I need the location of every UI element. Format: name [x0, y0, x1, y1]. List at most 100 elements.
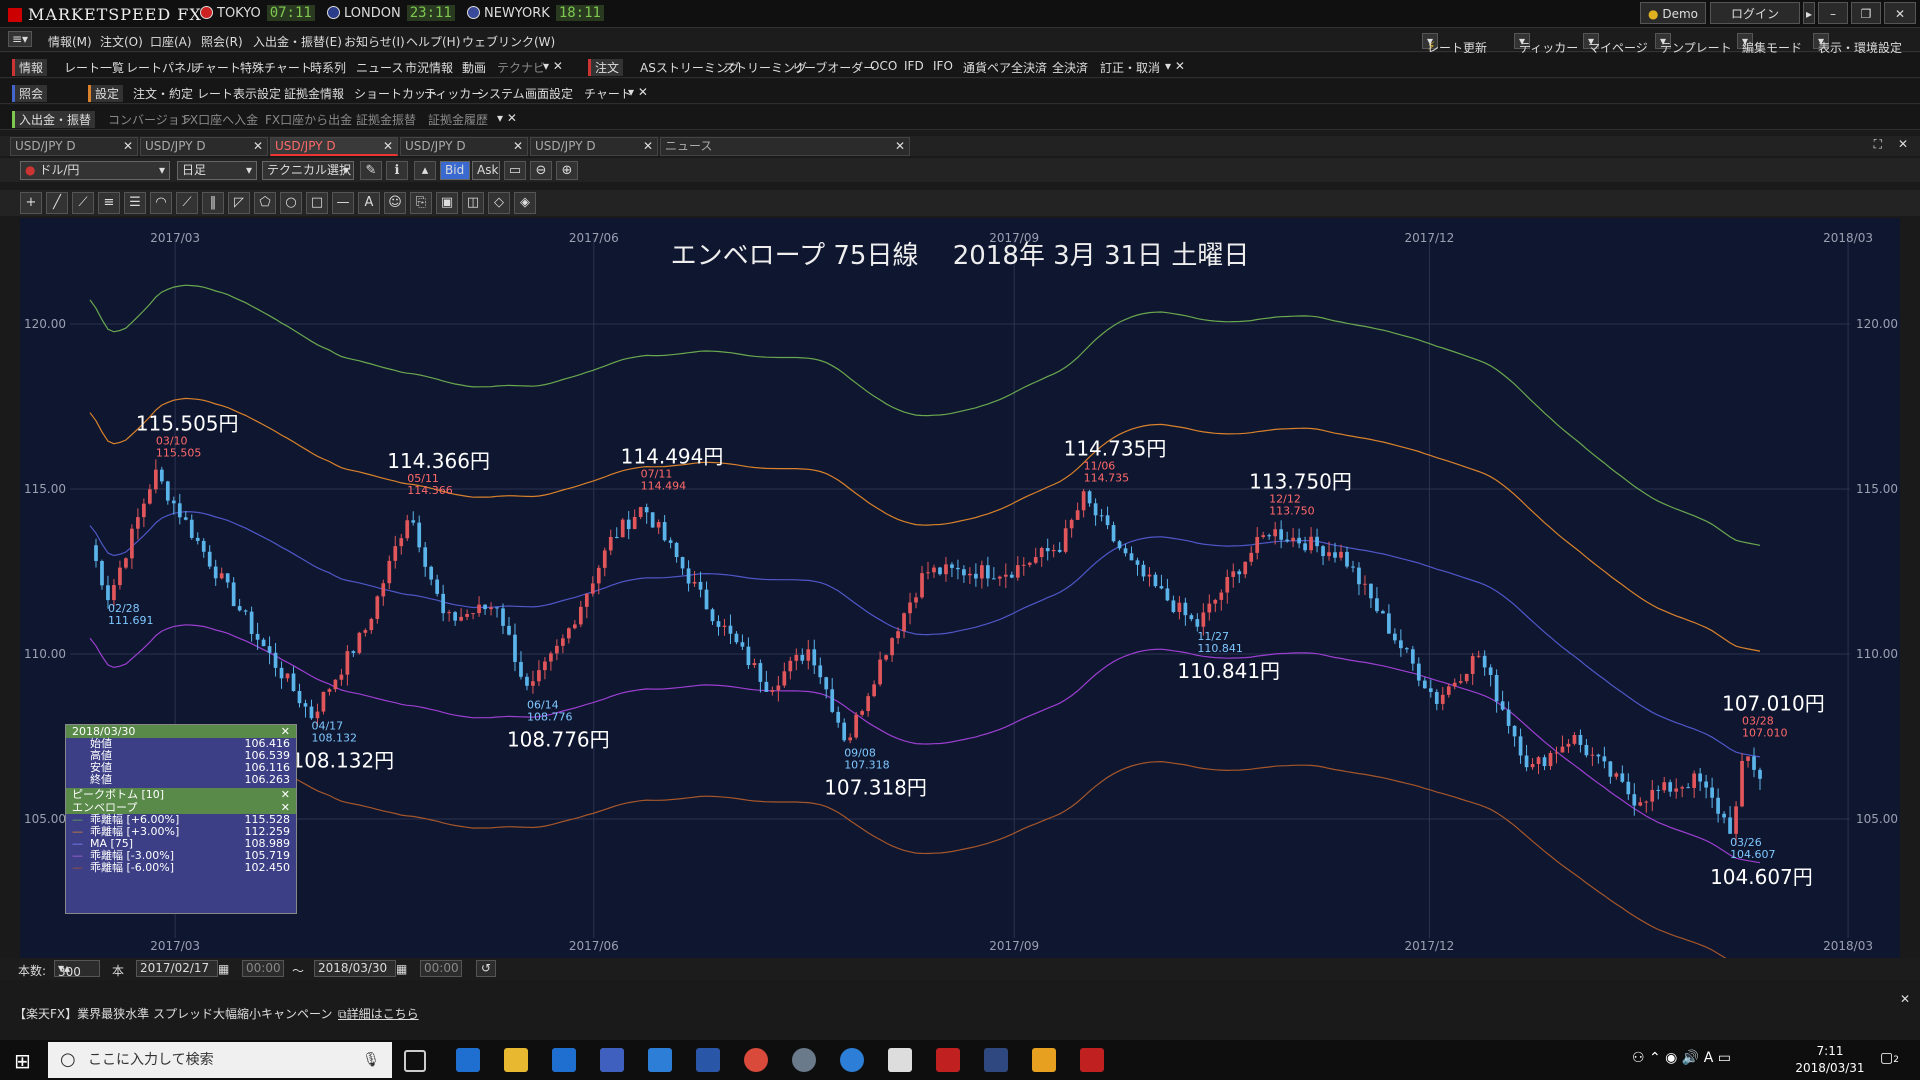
tool-special-chart[interactable]: 特殊チャート [240, 59, 312, 76]
tool-fx-deposit[interactable]: FX口座へ入金 [183, 111, 258, 128]
tool-screen-settings[interactable]: 画面設定 [525, 85, 573, 102]
layers-icon[interactable]: ◫ [462, 192, 484, 214]
calendar-app-icon[interactable] [600, 1048, 624, 1072]
tool-margin-history[interactable]: 証拠金履歴 [428, 111, 488, 128]
close-icon[interactable]: ✕ [1884, 2, 1916, 24]
chart-type-icon[interactable]: ▴ [414, 161, 436, 180]
restore-icon[interactable]: ❐ [1851, 2, 1881, 24]
pen-icon[interactable]: ✎ [360, 161, 382, 180]
menu-weblink[interactable]: ウェブリンク(W) [462, 33, 555, 50]
toolbar3-dropdown-icon[interactable]: ▾ ✕ [497, 111, 517, 125]
fibonacci-arc-icon[interactable]: ◠ [150, 192, 172, 214]
notification-icon[interactable]: ▢2 [1880, 1050, 1899, 1066]
word-icon[interactable] [696, 1048, 720, 1072]
ticker-menu-button[interactable]: ティッカー ▾ [1514, 33, 1578, 55]
maximize-panel-icon[interactable]: ⛶ [1874, 137, 1882, 152]
tab-usdjpy-2[interactable]: USD/JPY D ✕ [140, 137, 268, 156]
calendar-icon[interactable]: ▦ [396, 962, 407, 976]
refresh-icon[interactable]: ↺ [476, 960, 496, 977]
tab-usdjpy-4[interactable]: USD/JPY D ✕ [400, 137, 528, 156]
tool-margin-transfer[interactable]: 証拠金振替 [356, 111, 416, 128]
menu-order[interactable]: 注文(O) [100, 33, 143, 50]
eraser-icon[interactable]: ◇ [488, 192, 510, 214]
mypage-button[interactable]: マイページ ▾ [1583, 33, 1648, 55]
technical-select[interactable]: テクニカル選択 ▾ [262, 161, 354, 180]
tool-close-all[interactable]: 全決済 [1052, 59, 1088, 76]
crosshair-icon[interactable]: + [20, 192, 42, 214]
rectangle-icon[interactable]: □ [306, 192, 328, 214]
mail-icon[interactable] [888, 1048, 912, 1072]
toolbar1b-dropdown-icon[interactable]: ▾ ✕ [1165, 59, 1185, 73]
tab-close-icon[interactable]: ✕ [123, 138, 133, 155]
tool-fx-withdraw[interactable]: FX口座から出金 [265, 111, 352, 128]
tool-margin-info[interactable]: 証拠金情報 [284, 85, 344, 102]
tool-order-exec[interactable]: 注文・約定 [133, 85, 193, 102]
stamp-icon[interactable]: ☺ [384, 192, 406, 214]
paste-icon[interactable]: ▣ [436, 192, 458, 214]
info-icon[interactable]: ℹ [386, 161, 408, 180]
info-close-icon[interactable]: ✕ [281, 788, 290, 801]
firefox-icon[interactable] [792, 1048, 816, 1072]
from-time-input[interactable]: 00:00 [242, 960, 284, 977]
tab-close-icon[interactable]: ✕ [643, 138, 653, 155]
screenshot-icon[interactable]: ▭ [504, 161, 526, 180]
menu-inquiry[interactable]: 照会(R) [201, 33, 243, 50]
news-close-icon[interactable]: ✕ [1900, 992, 1910, 1006]
erase-all-icon[interactable]: ◈ [514, 192, 536, 214]
menu-help[interactable]: ヘルプ(H) [406, 33, 460, 50]
tool-rate-display[interactable]: レート表示設定 [197, 85, 281, 102]
app-window-icon[interactable] [648, 1048, 672, 1072]
marketspeed-fx-icon[interactable] [1080, 1048, 1104, 1072]
tool-modify-cancel[interactable]: 訂正・取消 [1100, 59, 1160, 76]
horizontal-lines-icon[interactable]: ≡ [98, 192, 120, 214]
tool-time-series[interactable]: 時系列 [310, 59, 346, 76]
tab-usdjpy-1[interactable]: USD/JPY D ✕ [10, 137, 138, 156]
tray-time[interactable]: 7:11 [1790, 1044, 1870, 1058]
ray-icon[interactable]: ⟋ [72, 192, 94, 214]
tool-conversion[interactable]: コンバージョン [108, 111, 192, 128]
tool-market-info[interactable]: 市況情報 [405, 59, 453, 76]
edge-icon[interactable] [840, 1048, 864, 1072]
login-button[interactable]: ログイン [1710, 2, 1800, 24]
tool-ifd[interactable]: IFD [904, 59, 924, 73]
menu-account[interactable]: 口座(A) [150, 33, 192, 50]
news-link[interactable]: ⧉詳細はこちら [338, 1005, 419, 1022]
pair-select[interactable]: ● ドル/円 ▾ [20, 161, 170, 180]
to-date-input[interactable]: 2018/03/30 [314, 960, 396, 977]
count-input[interactable]: 300 ▾▴ [54, 960, 100, 979]
bid-toggle[interactable]: Bid [440, 161, 470, 180]
windows-start-icon[interactable]: ⊞ [14, 1049, 31, 1073]
app-icon-2[interactable] [1032, 1048, 1056, 1072]
tool-rate-panel[interactable]: レートパネル [126, 59, 198, 76]
ohlc-info-box[interactable]: 2018/03/30 ✕ 始値 106.416 高値 106.539 安値 106.11… [65, 724, 297, 914]
task-view-icon[interactable] [404, 1050, 426, 1072]
tab-news[interactable]: ニュース ✕ [660, 137, 910, 156]
price-chart[interactable]: 105.00 105.00 110.00 110.00 115.00 115.00 120.… [20, 218, 1900, 958]
hamburger-icon[interactable]: ≡▾ [8, 31, 33, 47]
trendline-icon[interactable]: ╱ [46, 192, 68, 214]
tool-system[interactable]: システム [477, 85, 525, 102]
tool-ticker[interactable]: ティッカー [424, 85, 483, 102]
tool-technavi[interactable]: テクナビ [497, 59, 545, 76]
app-icon[interactable] [984, 1048, 1008, 1072]
rate-update-button[interactable]: ⚡ レート更新 ▾ [1422, 33, 1487, 55]
template-button[interactable]: テンプレート ▾ [1655, 33, 1732, 55]
fan-icon[interactable]: ⟋ [176, 192, 198, 214]
store-icon[interactable] [552, 1048, 576, 1072]
tab-usdjpy-3[interactable]: USD/JPY D ✕ [270, 137, 398, 156]
zoom-out-icon[interactable]: ⊖ [530, 161, 552, 180]
tool-news[interactable]: ニュース [356, 59, 403, 76]
tool-chart-settings[interactable]: チャート [584, 85, 632, 102]
edit-mode-button[interactable]: 編集モード ▾ [1737, 33, 1802, 55]
minimize-icon[interactable]: – [1818, 2, 1848, 24]
close-panel-icon[interactable]: ✕ [1898, 137, 1908, 151]
channel-icon[interactable]: ☰ [124, 192, 146, 214]
ie-icon[interactable] [456, 1048, 480, 1072]
menu-info[interactable]: 情報(M) [48, 33, 92, 50]
tool-rate-list[interactable]: レート一覧 [64, 59, 124, 76]
polygon-icon[interactable]: ⬠ [254, 192, 276, 214]
calendar-icon[interactable]: ▦ [218, 962, 229, 976]
ask-toggle[interactable]: Ask [472, 161, 500, 180]
tab-close-icon[interactable]: ✕ [513, 138, 523, 155]
toolbar1-dropdown-icon[interactable]: ▾ ✕ [543, 59, 563, 73]
